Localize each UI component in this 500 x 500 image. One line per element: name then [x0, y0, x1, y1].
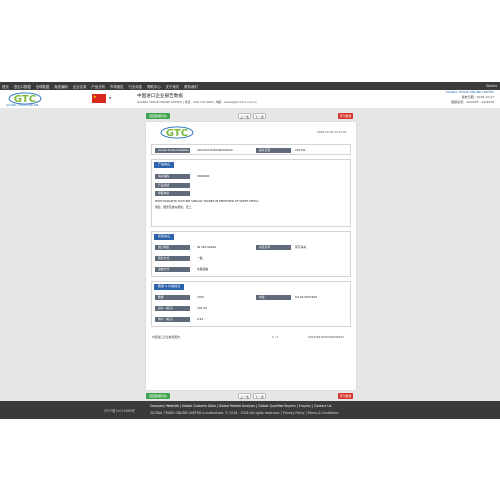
declare-date-label: 报关日期: [256, 148, 291, 153]
transport-label: 运输方式: [155, 267, 190, 272]
site-header: GTC GLOBAL TRADE ONLINE ★ ▼ 中国进口企业报告数据 G…: [0, 90, 500, 108]
hs-code-value: 3006000: [197, 174, 210, 178]
quantity-label: 数量: [155, 295, 190, 300]
report-card: GTC 2018-10-30 14:22:51 Global Trade Ide…: [146, 122, 356, 390]
prev-button[interactable]: 上一条: [238, 113, 251, 119]
unit-type-label: 单位: [256, 295, 291, 300]
back-to-list-button[interactable]: 返回数据列表: [146, 113, 170, 119]
unit-price-label: 单价（美元）: [155, 317, 190, 322]
total-price-value: 234.69: [197, 306, 207, 310]
import-region-value: IN 340-94494: [197, 245, 217, 249]
unit-label: 申报单位: [155, 191, 190, 196]
nav-item-news[interactable]: 行业动态: [129, 84, 143, 89]
nav-item-hs-code[interactable]: 海关编码: [54, 84, 68, 89]
nav-item-help[interactable]: 帮助中心: [147, 84, 161, 89]
quantity-section: 数量 & 价格信息 数量 2700 单位 KG 60-0007649 总价（美元…: [151, 281, 351, 327]
back-to-list-button-bottom[interactable]: 返回数据列表: [146, 393, 170, 399]
unit-type-value: KG 60-0007649: [295, 295, 317, 299]
unit-price-value: 0.62: [197, 317, 204, 321]
trade-mode-label: 贸易方式: [155, 256, 190, 261]
nav-item-reports[interactable]: 市场报告: [110, 84, 124, 89]
icp-number[interactable]: 沪ICP备14015888号: [104, 408, 135, 413]
trade-section: 贸易信息 进口地区 IN 340-94494 关区名称 南京海关 贸易方式 一般…: [151, 231, 351, 277]
nav-item-about[interactable]: 关于我们: [166, 84, 180, 89]
star-icon: ★: [93, 94, 97, 99]
quantity-value: 2700: [197, 295, 205, 299]
customs-name-label: 关区名称: [256, 245, 291, 250]
import-region-label: 进口地区: [155, 245, 190, 250]
product-desc-label: 产品描述: [155, 183, 190, 188]
customs-name-value: 南京海关: [295, 245, 307, 249]
nav-item-analysis[interactable]: 产品分析: [91, 84, 105, 89]
quantity-section-title: 数量 & 价格信息: [154, 284, 185, 290]
chevron-down-icon[interactable]: ▼: [109, 96, 111, 100]
card-footer-id: 22012017D0000049912T: [308, 335, 344, 339]
page-indicator: 1 / 1: [272, 335, 279, 339]
print-button-bottom[interactable]: 打印报告: [338, 393, 353, 399]
page-title: 中国进口企业报告数据: [137, 94, 183, 99]
next-button-bottom[interactable]: 下一条: [253, 393, 266, 399]
footer-copyright: GLOBAL TRADE ONLINE LIMITED is authorize…: [150, 411, 339, 415]
trade-section-title: 贸易信息: [154, 234, 175, 240]
trade-id-label: Global Trade Identifier: [155, 148, 190, 153]
top-nav: 首页 进出口数据 全球数据 海关编码 企业名录 产品分析 市场报告 行业动态 帮…: [0, 82, 500, 90]
trade-id-value: 22012017D0000049912C: [197, 148, 234, 152]
nav-item-global-data[interactable]: 全球数据: [36, 84, 50, 89]
product-section: 产品信息 海关编码 3006000 产品描述 申报单位 PHOTOGRAPHIC…: [151, 159, 351, 227]
nav-item-directory[interactable]: 企业名录: [73, 84, 87, 89]
print-button[interactable]: 打印报告: [338, 113, 353, 119]
contact-info: GLOBAL TRADE ONLINE LIMITED | 电话：400-710…: [137, 100, 258, 104]
product-section-title: 产品信息: [154, 162, 175, 168]
data-range: 数据来源：10/2007 - 10/2018: [451, 99, 494, 104]
hs-code-label: 海关编码: [155, 174, 190, 179]
declare-date-value: 201701: [295, 148, 306, 152]
nav-item-home[interactable]: 首页: [2, 84, 9, 89]
logo-subtitle: GLOBAL TRADE ONLINE: [6, 104, 39, 107]
card-logo-text: GTC: [166, 128, 188, 139]
nav-item-contact[interactable]: 联系我们: [184, 84, 198, 89]
china-flag-icon[interactable]: ★: [92, 94, 106, 103]
id-section: Global Trade Identifier 22012017D0000049…: [151, 144, 351, 155]
total-price-label: 总价（美元）: [155, 306, 190, 311]
nav-right-link[interactable]: Stocks: [486, 84, 497, 88]
next-button[interactable]: 下一条: [253, 113, 266, 119]
card-date: 2018-10-30 14:22:51: [317, 130, 347, 134]
product-desc-cn: 用途：摄影及类似用途，无上: [155, 205, 192, 209]
gtc-card-logo: GTC: [160, 126, 194, 139]
nav-item-import-export[interactable]: 进出口数据: [14, 84, 31, 89]
card-footer-title: 中国进口企业数据报告: [152, 335, 180, 339]
trade-mode-value: 一般: [197, 256, 203, 260]
report-date: 报告日期：2018-10-27: [461, 95, 494, 99]
product-desc-en: PHOTOGRAPHIC PICTURE SIMILAR TRADES IN E…: [155, 199, 259, 203]
footer-links[interactable]: Company Website | Global Customs Data | …: [150, 404, 331, 408]
company-name: GLOBAL TRADE ONLINE LIMITED: [445, 90, 494, 94]
prev-button-bottom[interactable]: 上一条: [238, 393, 251, 399]
transport-value: 水路运输: [197, 267, 209, 271]
site-footer: 沪ICP备14015888号 Company Website | Global …: [0, 401, 500, 419]
